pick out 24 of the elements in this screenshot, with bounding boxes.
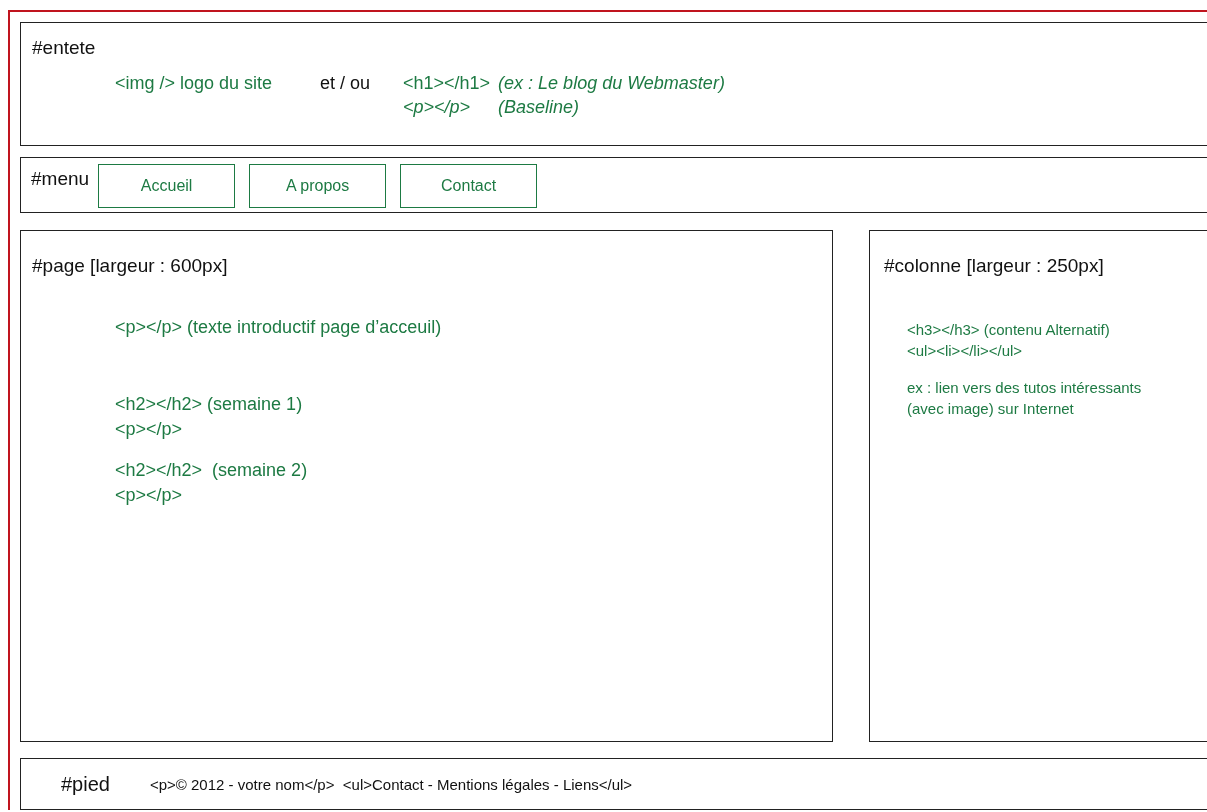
region-label: #menu — [31, 168, 90, 190]
markup-note: (avec image) sur Internet — [907, 400, 1075, 417]
baseline-tag: <p></p> — [403, 97, 471, 118]
title-note: (ex : Le blog du Webmaster) — [498, 73, 725, 94]
region-label: #entete — [32, 37, 96, 59]
markup-note: <p></p> — [115, 419, 184, 440]
markup-note: <h2></h2> (semaine 1) — [115, 394, 304, 415]
region-label: #page [largeur : 600px] — [32, 255, 228, 277]
menu-button[interactable]: A propos — [249, 164, 387, 208]
markup-note: <p></p> — [115, 485, 184, 506]
markup-note: <h2></h2> (semaine 2) — [115, 460, 309, 481]
footer-note: <p>© 2012 - votre nom</p> <ul>Contact - Mentions légales - Liens</ul> — [149, 775, 633, 793]
baseline-note: (Baseline) — [498, 97, 580, 118]
separator-text: et / ou — [320, 73, 372, 95]
markup-note: <h3></h3> (contenu Alternatif) — [907, 321, 1111, 338]
menu-button[interactable]: Accueil — [98, 164, 236, 208]
region-label: #colonne [largeur : 250px] — [884, 255, 1104, 277]
markup-note: <ul><li></li></ul> — [907, 342, 1024, 359]
markup-note: ex : lien vers des tutos intéressants — [907, 379, 1142, 396]
title-tag: <h1></h1> — [403, 73, 491, 94]
logo-note: <img /> logo du site — [115, 73, 274, 95]
menu-button[interactable]: Contact — [400, 164, 538, 208]
region-label: #pied — [61, 772, 110, 796]
markup-note: <p></p> (texte introductif page d’acceuil) — [115, 317, 442, 338]
